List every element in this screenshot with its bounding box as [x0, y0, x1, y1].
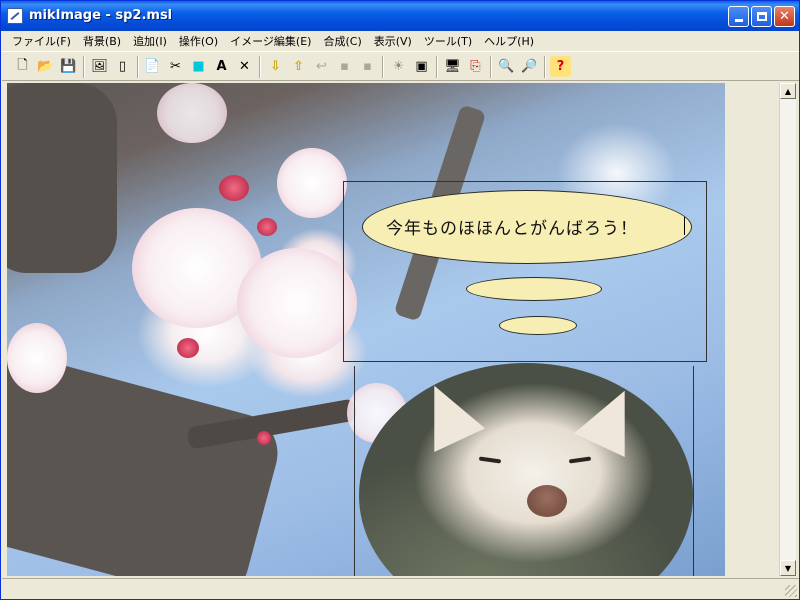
toolbar-separator — [259, 56, 261, 78]
open-folder-icon[interactable]: 📂 — [35, 56, 56, 77]
canvas-margin — [725, 83, 779, 576]
undo-icon: ↩ — [316, 59, 327, 74]
title-bar[interactable]: mikImage - sp2.msl ✕ — [1, 1, 799, 31]
toolbar-separator — [436, 56, 438, 78]
help-icon[interactable]: ? — [550, 56, 571, 77]
zoom-out-icon[interactable]: 🔎 — [519, 56, 540, 77]
arrow-up-icon: ▲ — [784, 86, 792, 96]
cut-tool-icon[interactable]: ✂ — [165, 56, 186, 77]
frame-icon[interactable]: ▣ — [411, 56, 432, 77]
window-title: mikImage - sp2.msl — [29, 8, 173, 23]
export-icon[interactable]: ⎘ — [465, 56, 486, 77]
blossom — [277, 148, 347, 218]
image-icon[interactable]: 🖼 — [89, 56, 110, 77]
blossom — [157, 83, 227, 143]
disabled-tool-icon: ▪ — [363, 59, 372, 74]
toolbar: 🗋 📂 💾 🖼 ▯ 📄 ✂ ■ A ✕ ⇩ ⇧ ↩ ▪ ▪ ☀ ▣ 🖥 ⎘ 🔍 … — [2, 51, 799, 81]
image-canvas[interactable]: 今年ものほほんとがんばろう！ — [7, 83, 725, 576]
layer-up-icon[interactable]: ⇧ — [288, 56, 309, 77]
menu-image-edit[interactable]: イメージ編集(E) — [224, 33, 317, 49]
maximize-icon — [756, 12, 767, 21]
menu-bar: ファイル(F) 背景(B) 追加(I) 操作(O) イメージ編集(E) 合成(C… — [2, 31, 799, 50]
copy-icon[interactable]: 📄 — [142, 56, 163, 77]
maximize-button[interactable] — [751, 6, 772, 27]
delete-icon[interactable]: ✕ — [234, 56, 255, 77]
close-button[interactable]: ✕ — [774, 6, 795, 27]
menu-file[interactable]: ファイル(F) — [6, 33, 77, 49]
app-icon — [7, 8, 23, 24]
arrow-down-icon: ▼ — [784, 563, 792, 573]
vertical-scrollbar[interactable]: ▲ ▼ — [779, 83, 796, 576]
dog-eye — [478, 456, 502, 464]
blossom — [237, 248, 357, 358]
balloon-selection-frame[interactable]: 今年ものほほんとがんばろう！ — [343, 181, 707, 362]
toolbar-separator — [382, 56, 384, 78]
scroll-up-button[interactable]: ▲ — [780, 83, 796, 99]
toolbar-separator — [544, 56, 546, 78]
status-bar — [2, 578, 799, 599]
tree-trunk-left — [7, 83, 117, 273]
menu-operation[interactable]: 操作(O) — [173, 33, 224, 49]
zoom-in-icon[interactable]: 🔍 — [496, 56, 517, 77]
color-square-icon[interactable]: ■ — [188, 56, 209, 77]
resize-grip[interactable] — [785, 585, 797, 597]
menu-background[interactable]: 背景(B) — [77, 33, 127, 49]
text-icon[interactable]: A — [211, 56, 232, 77]
layer-down-icon[interactable]: ⇩ — [265, 56, 286, 77]
balloon-text[interactable]: 今年ものほほんとがんばろう！ — [386, 214, 686, 239]
menu-tools[interactable]: ツール(T) — [418, 33, 478, 49]
sun-icon[interactable]: ☀ — [388, 56, 409, 77]
bud — [257, 431, 271, 445]
text-cursor — [684, 217, 685, 235]
toolbar-separator — [83, 56, 85, 78]
menu-compose[interactable]: 合成(C) — [317, 33, 367, 49]
minimize-icon — [734, 19, 743, 22]
toolbar-separator — [137, 56, 139, 78]
monitor-icon[interactable]: 🖥 — [442, 56, 463, 77]
save-disk-icon[interactable]: 💾 — [58, 56, 79, 77]
disabled-tool-icon: ▪ — [340, 59, 349, 74]
page-icon[interactable]: ▯ — [112, 56, 133, 77]
thought-bubble-small[interactable] — [499, 316, 577, 335]
app-window: mikImage - sp2.msl ✕ ファイル(F) 背景(B) 追加(I)… — [0, 0, 800, 600]
menu-add[interactable]: 追加(I) — [127, 33, 173, 49]
toolbar-separator — [490, 56, 492, 78]
bud — [257, 218, 277, 236]
close-icon: ✕ — [779, 9, 790, 24]
bud — [219, 175, 249, 201]
new-file-icon[interactable]: 🗋 — [12, 56, 33, 77]
menu-view[interactable]: 表示(V) — [368, 33, 418, 49]
menu-help[interactable]: ヘルプ(H) — [478, 33, 540, 49]
bud — [177, 338, 199, 358]
minimize-button[interactable] — [728, 6, 749, 27]
scroll-down-button[interactable]: ▼ — [780, 560, 796, 576]
dog-eye — [568, 456, 592, 464]
thought-bubble-medium[interactable] — [466, 277, 602, 301]
dog-nose — [527, 485, 567, 517]
blossom — [7, 323, 67, 393]
